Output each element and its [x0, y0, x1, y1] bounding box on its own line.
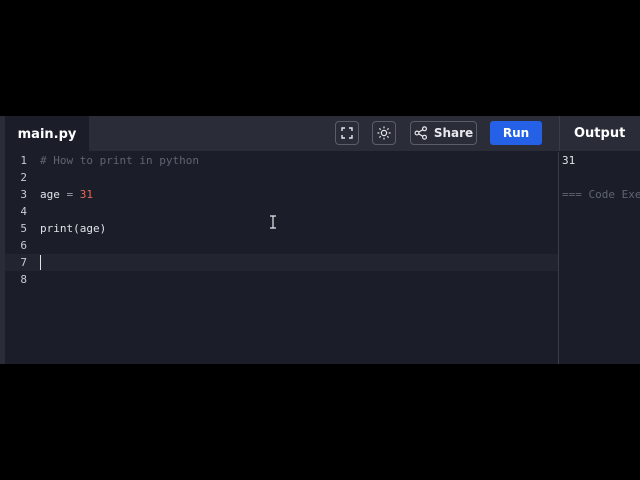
line-number: 5 — [20, 222, 27, 235]
code-line-4: 4 — [5, 203, 558, 220]
fullscreen-icon — [341, 127, 353, 139]
code-area[interactable]: 1 # How to print in python 2 3 age = 31 … — [5, 152, 558, 364]
line-number: 6 — [20, 239, 27, 252]
code-line-1: 1 # How to print in python — [5, 152, 558, 169]
ibeam-cursor-icon — [270, 215, 276, 229]
text-cursor — [40, 255, 41, 270]
line-number: 4 — [20, 205, 27, 218]
output-tab[interactable]: Output — [559, 116, 640, 151]
sun-icon — [377, 126, 391, 140]
assign-operator: = — [59, 188, 80, 201]
code-line-7-current: 7 — [5, 254, 558, 271]
output-panel: 31 === Code Exe — [559, 152, 640, 364]
theme-toggle-button[interactable] — [372, 121, 396, 145]
fullscreen-button[interactable] — [335, 121, 359, 145]
share-button[interactable]: Share — [410, 121, 477, 145]
share-icon — [414, 126, 427, 140]
variable-name: age — [40, 188, 60, 201]
share-label: Share — [433, 126, 474, 140]
line-number: 1 — [20, 154, 27, 167]
code-line-3: 3 age = 31 — [5, 186, 558, 203]
code-editor-app: main.py Share Run Output 1 # How to prin… — [0, 116, 640, 364]
code-line-2: 2 — [5, 169, 558, 186]
toolbar: main.py Share Run Output — [0, 116, 640, 152]
line-number: 7 — [20, 256, 27, 269]
line-number: 8 — [20, 273, 27, 286]
code-comment: # How to print in python — [40, 154, 199, 167]
line-number: 2 — [20, 171, 27, 184]
number-literal: 31 — [79, 188, 93, 201]
output-status: === Code Exe — [562, 188, 640, 201]
code-line-8: 8 — [5, 271, 558, 288]
code-line-6: 6 — [5, 237, 558, 254]
function-args: (age) — [73, 222, 107, 235]
run-button[interactable]: Run — [490, 121, 542, 145]
output-value: 31 — [562, 154, 576, 167]
code-line-5: 5 print(age) — [5, 220, 558, 237]
code-text: age = 31 — [40, 186, 93, 203]
function-name: print — [40, 222, 74, 235]
file-tab-main-py[interactable]: main.py — [5, 116, 89, 152]
code-text: print(age) — [40, 220, 106, 237]
line-number: 3 — [20, 188, 27, 201]
